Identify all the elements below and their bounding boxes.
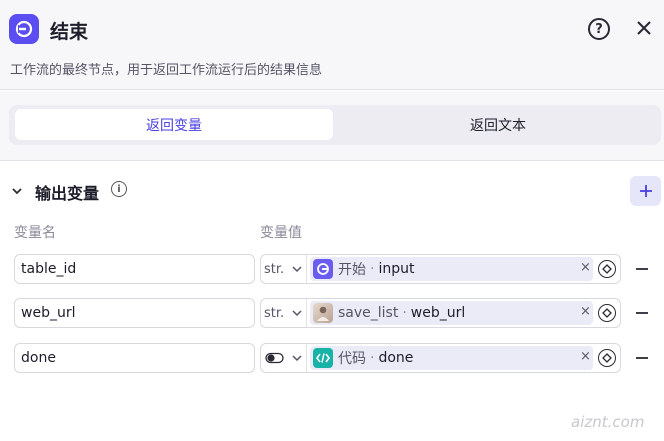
page-title: 结束 (50, 21, 89, 43)
variable-picker-icon[interactable] (598, 349, 616, 367)
help-icon[interactable]: ? (588, 18, 610, 40)
variable-name-input[interactable] (14, 254, 255, 284)
info-icon[interactable]: i (111, 181, 127, 197)
plus-icon (639, 185, 652, 197)
variable-value-field: str. save_list · web_url × (260, 298, 621, 328)
chip-node-name: 代码 (338, 351, 366, 367)
tab-bar: 返回变量 返回文本 (9, 105, 661, 145)
node-header: 结束 ? 工作流的最终节点，用于返回工作流运行后的结果信息 (0, 0, 664, 90)
chip-separator: · (370, 261, 375, 277)
chip-variable-name: done (378, 350, 414, 366)
variable-reference-chip[interactable]: 开始 · input × (310, 257, 593, 281)
chip-variable-name: input (378, 261, 415, 277)
minus-icon (636, 268, 648, 270)
variable-picker-icon[interactable] (598, 304, 616, 322)
variable-reference-chip[interactable]: save_list · web_url × (310, 301, 593, 325)
start-node-icon (313, 259, 333, 279)
tab-return-variables[interactable]: 返回变量 (15, 109, 333, 140)
chip-variable-name: web_url (410, 305, 466, 321)
chip-separator: · (370, 350, 375, 366)
variable-value-field: 代码 · done × (260, 343, 621, 373)
clear-reference-icon[interactable]: × (580, 260, 591, 275)
remove-variable-button[interactable] (634, 350, 650, 366)
node-description: 工作流的最终节点，用于返回工作流运行后的结果信息 (10, 63, 323, 78)
chip-separator: · (402, 305, 407, 321)
type-select[interactable] (261, 344, 307, 372)
type-select[interactable]: str. (261, 255, 307, 283)
avatar-thumbnail (313, 303, 333, 323)
section-title: 输出变量 (35, 184, 100, 203)
column-header-name: 变量名 (14, 225, 56, 241)
chevron-down-icon (292, 266, 302, 273)
tabs-section: 返回变量 返回文本 (0, 91, 664, 161)
variable-name-input[interactable] (14, 298, 255, 328)
minus-icon (636, 357, 648, 359)
tab-return-text[interactable]: 返回文本 (339, 109, 657, 140)
collapse-chevron-icon[interactable] (10, 183, 24, 197)
variable-value-field: str. 开始 · input × (260, 254, 621, 284)
variable-name-input[interactable] (14, 343, 255, 373)
end-node-icon (9, 14, 39, 44)
watermark: aiznt.com (571, 413, 645, 431)
type-select[interactable]: str. (261, 299, 307, 327)
chevron-down-icon (292, 355, 302, 362)
type-label: str. (264, 305, 285, 321)
chevron-down-icon (292, 310, 302, 317)
toggle-icon (265, 352, 284, 364)
minus-icon (636, 312, 648, 314)
variable-reference-chip[interactable]: 代码 · done × (310, 346, 593, 370)
close-icon[interactable] (633, 17, 655, 39)
chip-node-name: save_list (338, 305, 399, 321)
variable-picker-icon[interactable] (598, 260, 616, 278)
chip-node-name: 开始 (338, 262, 366, 278)
remove-variable-button[interactable] (634, 261, 650, 277)
remove-variable-button[interactable] (634, 305, 650, 321)
column-header-value: 变量值 (260, 225, 302, 241)
code-node-icon (313, 348, 333, 368)
type-label: str. (264, 261, 285, 277)
clear-reference-icon[interactable]: × (580, 304, 591, 319)
add-variable-button[interactable] (630, 176, 661, 206)
clear-reference-icon[interactable]: × (580, 349, 591, 364)
